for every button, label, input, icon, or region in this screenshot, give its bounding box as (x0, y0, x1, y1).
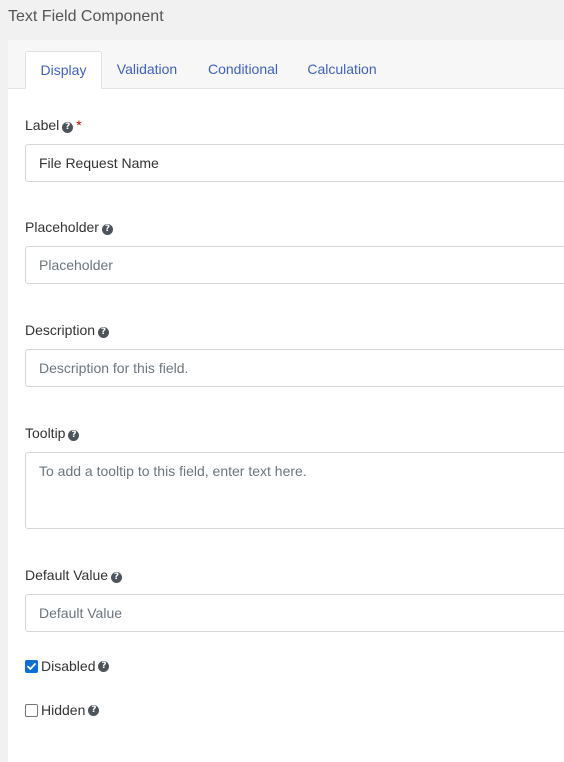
default-value-input[interactable]: Default Value (25, 594, 564, 632)
tab-calculation[interactable]: Calculation (298, 51, 386, 89)
hidden-checkbox-row[interactable]: Hidden? (25, 702, 100, 718)
placeholder-input[interactable]: Placeholder (25, 246, 564, 284)
label-input[interactable]: File Request Name (25, 144, 564, 182)
placeholder-field-label: Placeholder? (25, 218, 113, 236)
tooltip-field-label: Tooltip? (25, 424, 80, 442)
component-settings-panel: Display Validation Conditional Calculati… (8, 40, 564, 762)
question-circle-icon[interactable]: ? (68, 430, 80, 441)
tab-conditional[interactable]: Conditional (196, 51, 290, 89)
question-circle-icon[interactable]: ? (62, 122, 74, 133)
question-circle-icon[interactable]: ? (101, 224, 113, 235)
tab-display[interactable]: Display (25, 51, 102, 89)
tab-bar: Display Validation Conditional Calculati… (8, 40, 564, 89)
question-circle-icon[interactable]: ? (98, 327, 110, 338)
tooltip-textarea[interactable]: To add a tooltip to this field, enter te… (25, 452, 564, 529)
label-field-label-text: Label (25, 117, 60, 133)
page-title: Text Field Component (8, 8, 164, 25)
hidden-checkbox[interactable] (25, 703, 38, 717)
disabled-checkbox[interactable] (25, 659, 38, 673)
question-circle-icon[interactable]: ? (88, 704, 100, 716)
question-circle-icon[interactable]: ? (111, 572, 123, 583)
tooltip-field-label-text: Tooltip (25, 425, 66, 441)
default-value-field-label: Default Value? (25, 566, 123, 584)
description-field-label: Description? (25, 321, 110, 339)
description-input[interactable]: Description for this field. (25, 349, 564, 387)
required-marker: * (76, 117, 82, 133)
label-field-label: Label? * (25, 116, 82, 134)
check-icon (27, 662, 36, 670)
hidden-checkbox-label[interactable]: Hidden (41, 702, 85, 718)
tab-validation[interactable]: Validation (109, 51, 185, 89)
question-circle-icon[interactable]: ? (98, 660, 110, 672)
description-field-label-text: Description (25, 322, 96, 338)
disabled-checkbox-label[interactable]: Disabled (41, 658, 95, 674)
placeholder-field-label-text: Placeholder (25, 219, 99, 235)
default-value-field-label-text: Default Value (25, 567, 109, 583)
disabled-checkbox-row[interactable]: Disabled? (25, 658, 110, 674)
